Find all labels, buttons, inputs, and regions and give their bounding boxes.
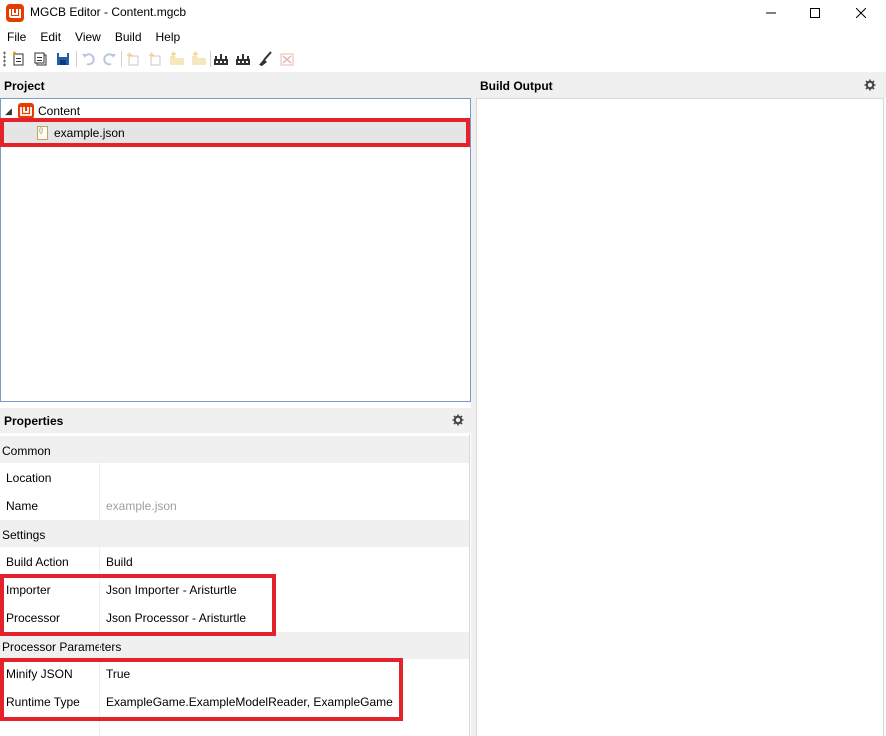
- property-value[interactable]: Build: [106, 555, 133, 569]
- properties-pane-title: Properties: [4, 414, 64, 428]
- tree-root-content[interactable]: ◢ Content: [1, 100, 470, 122]
- toolbar-separator: [76, 51, 77, 67]
- property-row-location[interactable]: Location: [0, 463, 469, 491]
- cancel-build-icon[interactable]: [278, 50, 296, 68]
- tree-item-example-json[interactable]: example.json: [1, 122, 470, 144]
- property-row-minify-json[interactable]: Minify JSON True: [0, 659, 469, 687]
- menu-view[interactable]: View: [68, 28, 108, 48]
- json-file-icon: [37, 126, 48, 140]
- category-label: Common: [2, 444, 51, 458]
- window-title: MGCB Editor - Content.mgcb: [30, 5, 187, 19]
- properties-grid: Common Location Name example.json Settin…: [0, 434, 470, 736]
- collapse-triangle-icon[interactable]: ◢: [5, 106, 12, 117]
- property-name: Importer: [6, 583, 51, 597]
- property-name: Name: [6, 499, 39, 513]
- minimize-button[interactable]: [748, 0, 794, 26]
- toolbar-separator: [121, 51, 122, 67]
- maximize-icon: [810, 8, 820, 18]
- close-icon: [856, 8, 866, 18]
- menu-edit[interactable]: Edit: [33, 28, 68, 48]
- menu-help[interactable]: Help: [149, 28, 188, 48]
- category-settings[interactable]: Settings: [0, 520, 469, 547]
- property-row-name[interactable]: Name example.json: [0, 491, 469, 519]
- property-name: Location: [6, 471, 52, 485]
- build-output-title: Build Output: [480, 79, 553, 93]
- new-icon[interactable]: [10, 50, 28, 68]
- property-row-build-action[interactable]: Build Action Build: [0, 547, 469, 575]
- property-value[interactable]: True: [106, 667, 130, 681]
- property-value[interactable]: ExampleGame.ExampleModelReader, ExampleG…: [106, 695, 393, 709]
- property-value[interactable]: Json Processor - Aristurtle: [106, 611, 246, 625]
- category-common[interactable]: Common: [0, 436, 469, 463]
- property-value[interactable]: Json Importer - Aristurtle: [106, 583, 237, 597]
- tree-item-label: example.json: [54, 126, 125, 140]
- property-row-processor[interactable]: Processor Json Processor - Aristurtle: [0, 603, 469, 631]
- property-value: example.json: [106, 499, 177, 513]
- monogame-logo-icon: [6, 4, 24, 22]
- build-output-header: Build Output: [476, 73, 886, 98]
- menu-bar: File Edit View Build Help: [0, 28, 187, 48]
- rebuild-icon[interactable]: [234, 50, 252, 68]
- property-row-importer[interactable]: Importer Json Importer - Aristurtle: [0, 575, 469, 603]
- properties-pane-header: Properties: [0, 408, 471, 433]
- menu-build[interactable]: Build: [108, 28, 149, 48]
- category-label: Processor Parameters: [2, 640, 122, 654]
- open-icon[interactable]: [32, 50, 50, 68]
- add-new-item-icon[interactable]: [124, 50, 142, 68]
- undo-icon[interactable]: [80, 50, 98, 68]
- toolbar: [0, 49, 886, 69]
- maximize-button[interactable]: [792, 0, 838, 26]
- gear-icon[interactable]: [864, 79, 876, 91]
- build-icon[interactable]: [212, 50, 230, 68]
- property-name: Build Action: [6, 555, 69, 569]
- property-column-divider[interactable]: [99, 461, 100, 736]
- property-name: Processor: [6, 611, 61, 625]
- build-output-panel[interactable]: [476, 98, 884, 736]
- monogame-content-icon: [18, 103, 34, 119]
- toolbar-grip[interactable]: [3, 51, 6, 67]
- tree-root-label: Content: [38, 104, 81, 118]
- add-new-folder-icon[interactable]: [168, 50, 186, 68]
- gear-icon[interactable]: [452, 414, 464, 426]
- property-name: Minify JSON: [6, 667, 73, 681]
- category-label: Settings: [2, 528, 46, 542]
- redo-icon[interactable]: [100, 50, 118, 68]
- property-name: Runtime Type: [6, 695, 80, 709]
- close-button[interactable]: [838, 0, 884, 26]
- title-bar: MGCB Editor - Content.mgcb: [0, 0, 886, 26]
- category-processor-parameters[interactable]: Processor Parameters: [0, 632, 469, 659]
- project-tree[interactable]: ◢ Content example.json: [0, 98, 471, 402]
- property-row-runtime-type[interactable]: Runtime Type ExampleGame.ExampleModelRea…: [0, 687, 469, 715]
- menu-file[interactable]: File: [0, 28, 33, 48]
- project-pane-header: Project: [0, 73, 471, 98]
- save-icon[interactable]: [54, 50, 72, 68]
- clean-icon[interactable]: [256, 50, 274, 68]
- toolbar-separator: [210, 51, 211, 67]
- add-existing-folder-icon[interactable]: [190, 50, 208, 68]
- project-pane-title: Project: [4, 79, 45, 93]
- minimize-icon: [766, 12, 776, 14]
- add-existing-item-icon[interactable]: [146, 50, 164, 68]
